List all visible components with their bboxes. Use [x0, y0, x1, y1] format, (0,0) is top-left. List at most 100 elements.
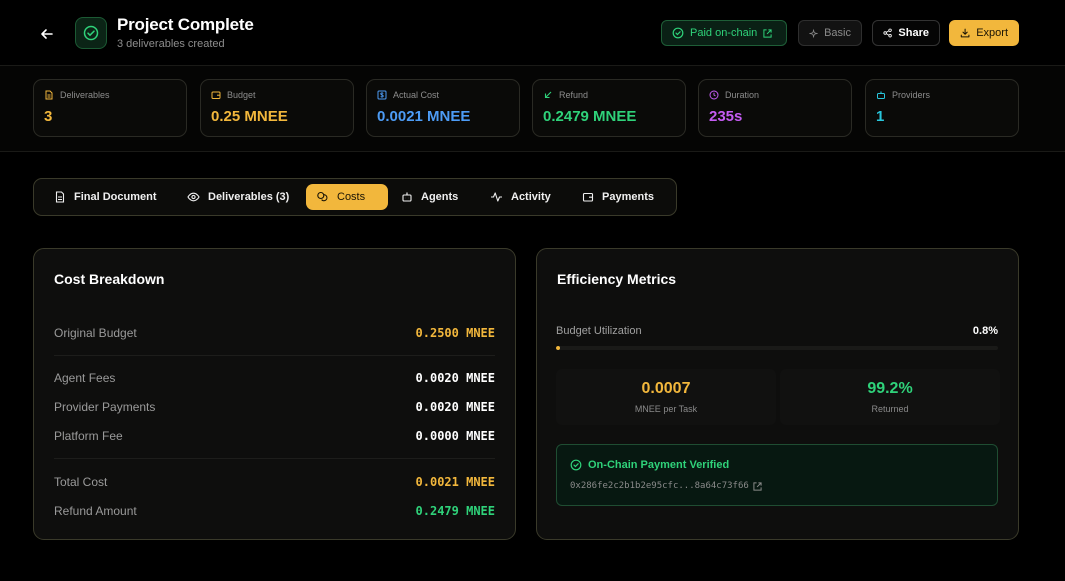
- stat-value: 0.25 MNEE: [211, 108, 288, 125]
- arrow-left-icon: [41, 29, 53, 39]
- metric-mnee-per-task: 0.0007 MNEE per Task: [556, 369, 776, 425]
- tab-costs[interactable]: Costs: [306, 184, 388, 210]
- budget-utilization-bar: [556, 346, 998, 350]
- tab-bar: Final Document Deliverables (3) Costs Ag…: [33, 178, 677, 216]
- tab-final-document[interactable]: Final Document: [44, 184, 167, 210]
- wallet-icon: [211, 91, 221, 99]
- stat-label: Duration: [725, 90, 760, 100]
- transaction-hash: 0x286fe2c2b1b2e95cfc...8a64c73f66: [570, 481, 749, 491]
- stat-value: 0.0021 MNEE: [377, 108, 471, 125]
- cost-row-platform-fee: Platform Fee 0.0000 MNEE: [54, 426, 495, 446]
- tab-label: Costs: [337, 191, 366, 203]
- cost-value: 0.2479 MNEE: [415, 504, 495, 518]
- paid-on-chain-button[interactable]: Paid on-chain: [661, 20, 787, 46]
- arrow-down-left-icon: [544, 91, 552, 99]
- back-button[interactable]: [37, 24, 57, 44]
- external-link-icon: [753, 481, 762, 491]
- share-button[interactable]: Share: [872, 20, 940, 46]
- transaction-hash-link[interactable]: 0x286fe2c2b1b2e95cfc...8a64c73f66: [570, 481, 762, 491]
- page-subtitle: 3 deliverables created: [117, 38, 225, 50]
- onchain-verification-box: On-Chain Payment Verified 0x286fe2c2b1b2…: [556, 444, 998, 506]
- card-title: Cost Breakdown: [54, 271, 165, 287]
- wallet-icon: [582, 192, 594, 202]
- stat-refund: Refund 0.2479 MNEE: [532, 79, 686, 137]
- cost-row-agent-fees: Agent Fees 0.0020 MNEE: [54, 368, 495, 388]
- bot-icon: [402, 192, 412, 202]
- verification-title: On-Chain Payment Verified: [570, 459, 729, 471]
- stat-label: Refund: [559, 90, 589, 100]
- share-icon: [883, 28, 892, 38]
- activity-icon: [491, 192, 502, 202]
- dollar-icon: [377, 90, 387, 100]
- tab-agents[interactable]: Agents: [391, 184, 468, 210]
- stat-label: Actual Cost: [393, 90, 440, 100]
- stat-label: Deliverables: [60, 90, 110, 100]
- document-icon: [45, 90, 53, 100]
- basic-button[interactable]: Basic: [798, 20, 862, 46]
- cost-label: Original Budget: [54, 326, 137, 340]
- paid-on-chain-label: Paid on-chain: [690, 27, 758, 39]
- stats-strip: Deliverables 3 Budget 0.25 MNEE Actual C…: [0, 66, 1065, 152]
- cost-value: 0.0000 MNEE: [415, 429, 495, 443]
- tab-label: Deliverables (3): [208, 191, 290, 203]
- divider: [54, 458, 495, 459]
- cost-label: Total Cost: [54, 475, 108, 489]
- download-icon: [960, 28, 970, 38]
- divider: [54, 355, 495, 356]
- export-label: Export: [976, 27, 1008, 39]
- cost-row-provider-payments: Provider Payments 0.0020 MNEE: [54, 397, 495, 417]
- coins-icon: [317, 191, 328, 202]
- cost-row-original-budget: Original Budget 0.2500 MNEE: [54, 323, 495, 343]
- metric-returned: 99.2% Returned: [780, 369, 1000, 425]
- stat-label: Budget: [227, 90, 256, 100]
- check-circle-icon: [672, 27, 684, 39]
- cost-label: Refund Amount: [54, 504, 137, 518]
- cost-value: 0.0020 MNEE: [415, 371, 495, 385]
- stat-value: 235s: [709, 108, 743, 125]
- stat-providers: Providers 1: [865, 79, 1019, 137]
- stat-label: Providers: [892, 90, 931, 100]
- metric-value: 0.0007: [641, 380, 691, 397]
- project-status-icon: [75, 17, 107, 49]
- cost-breakdown-card: Cost Breakdown Original Budget 0.2500 MN…: [33, 248, 516, 540]
- tab-label: Activity: [511, 191, 551, 203]
- budget-utilization-fill: [556, 346, 560, 350]
- card-title: Efficiency Metrics: [557, 271, 677, 287]
- header: Project Complete 3 deliverables created …: [0, 0, 1065, 66]
- verification-title-text: On-Chain Payment Verified: [588, 459, 730, 471]
- sparkle-icon: [809, 28, 819, 38]
- export-button[interactable]: Export: [949, 20, 1019, 46]
- tab-deliverables[interactable]: Deliverables (3): [177, 184, 299, 210]
- cost-row-total-cost: Total Cost 0.0021 MNEE: [54, 472, 495, 492]
- tab-label: Final Document: [74, 191, 157, 203]
- stat-duration: Duration 235s: [698, 79, 852, 137]
- tab-label: Agents: [421, 191, 459, 203]
- external-link-icon: [763, 28, 772, 38]
- bot-icon: [877, 91, 885, 99]
- metric-value: 99.2%: [867, 380, 913, 397]
- budget-utilization-value: 0.8%: [972, 325, 998, 337]
- budget-utilization-label: Budget Utilization: [556, 325, 642, 337]
- stat-value: 0.2479 MNEE: [543, 108, 637, 125]
- eye-icon: [187, 192, 200, 202]
- cost-value: 0.0021 MNEE: [415, 475, 495, 489]
- stat-value: 3: [44, 108, 53, 125]
- cost-label: Provider Payments: [54, 400, 156, 414]
- share-label: Share: [898, 27, 929, 39]
- metric-caption: MNEE per Task: [634, 404, 698, 414]
- cost-value: 0.0020 MNEE: [415, 400, 495, 414]
- metric-caption: Returned: [871, 404, 909, 414]
- clock-icon: [709, 90, 719, 100]
- page-title: Project Complete: [117, 15, 254, 34]
- stat-budget: Budget 0.25 MNEE: [200, 79, 354, 137]
- cost-value: 0.2500 MNEE: [415, 326, 495, 340]
- check-circle-icon: [83, 25, 99, 41]
- cost-label: Platform Fee: [54, 429, 123, 443]
- check-circle-icon: [570, 459, 582, 471]
- tab-payments[interactable]: Payments: [572, 184, 664, 210]
- cost-label: Agent Fees: [54, 371, 116, 385]
- basic-label: Basic: [824, 27, 851, 39]
- stat-deliverables: Deliverables 3: [33, 79, 187, 137]
- stat-value: 1: [876, 108, 885, 125]
- tab-activity[interactable]: Activity: [480, 184, 561, 210]
